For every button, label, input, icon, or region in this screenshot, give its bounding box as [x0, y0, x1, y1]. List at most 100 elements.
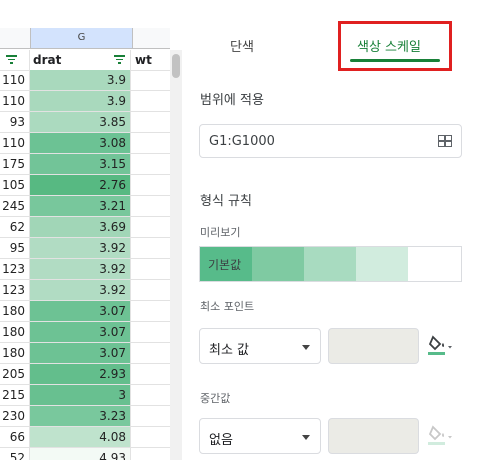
- table-row: 180 3.07: [0, 343, 170, 364]
- cell-hp[interactable]: 215: [0, 385, 30, 405]
- filter-icon[interactable]: [6, 55, 17, 65]
- scrollbar-thumb[interactable]: [172, 54, 180, 78]
- table-row: 180 3.07: [0, 301, 170, 322]
- cell-drat[interactable]: 3.92: [30, 238, 131, 258]
- cell-wt[interactable]: [131, 259, 170, 279]
- preview-swatch: [304, 247, 356, 281]
- table-row: 230 3.23: [0, 406, 170, 427]
- cell-wt[interactable]: [131, 364, 170, 384]
- cell-hp[interactable]: 230: [0, 406, 30, 426]
- min-point-dropdown[interactable]: 최소 값: [199, 328, 321, 364]
- cell-drat[interactable]: 3.9: [30, 70, 131, 90]
- min-point-value-input[interactable]: [328, 328, 419, 364]
- cell-drat[interactable]: 3.07: [30, 301, 131, 321]
- cell-hp[interactable]: 205: [0, 364, 30, 384]
- cell-hp[interactable]: 93: [0, 112, 30, 132]
- fill-color-icon-disabled: [428, 425, 452, 445]
- preview-text: 기본값: [208, 258, 242, 272]
- highlight-box: [338, 21, 452, 71]
- preview-swatch: [356, 247, 408, 281]
- cell-wt[interactable]: [131, 385, 170, 405]
- cell-wt[interactable]: [131, 91, 170, 111]
- column-header-g[interactable]: G: [30, 28, 133, 48]
- table-row: 95 3.92: [0, 238, 170, 259]
- header-cell-drat[interactable]: drat: [30, 50, 131, 70]
- cell-wt[interactable]: [131, 217, 170, 237]
- cell-hp[interactable]: 95: [0, 238, 30, 258]
- cell-hp[interactable]: 62: [0, 217, 30, 237]
- cell-hp[interactable]: 105: [0, 175, 30, 195]
- cell-wt[interactable]: [131, 70, 170, 90]
- apply-range-label: 범위에 적용: [200, 93, 264, 108]
- cell-hp[interactable]: 110: [0, 91, 30, 111]
- sheet-toolbar-strip: [0, 0, 170, 29]
- cell-drat[interactable]: 4.08: [30, 427, 131, 447]
- cell-wt[interactable]: [131, 406, 170, 426]
- cell-drat[interactable]: 2.93: [30, 364, 131, 384]
- table-row: 93 3.85: [0, 112, 170, 133]
- format-rules-label: 형식 규칙: [200, 194, 252, 209]
- cell-hp[interactable]: 110: [0, 133, 30, 153]
- cell-drat[interactable]: 3.23: [30, 406, 131, 426]
- cell-hp[interactable]: 180: [0, 301, 30, 321]
- cell-hp[interactable]: 180: [0, 322, 30, 342]
- table-row: 110 3.9: [0, 91, 170, 112]
- table-row: 245 3.21: [0, 196, 170, 217]
- cell-hp[interactable]: 180: [0, 343, 30, 363]
- filter-icon[interactable]: [114, 55, 125, 65]
- cell-hp[interactable]: 123: [0, 280, 30, 300]
- cell-hp[interactable]: 175: [0, 154, 30, 174]
- range-input[interactable]: G1:G1000: [199, 124, 462, 158]
- cell-wt[interactable]: [131, 112, 170, 132]
- cell-hp[interactable]: 245: [0, 196, 30, 216]
- cell-drat[interactable]: 2.76: [30, 175, 131, 195]
- cell-wt[interactable]: [131, 427, 170, 447]
- cell-wt[interactable]: [131, 196, 170, 216]
- table-row: 123 3.92: [0, 259, 170, 280]
- cell-wt[interactable]: [131, 322, 170, 342]
- cell-drat[interactable]: 3: [30, 385, 131, 405]
- column-header-bar: G: [0, 28, 170, 49]
- spreadsheet-grid: G drat wt 110 3.9 110 3.9 93 3.85 110 3.08 175 3.…: [0, 0, 182, 460]
- cell-wt[interactable]: [131, 301, 170, 321]
- chevron-down-icon: [302, 345, 310, 350]
- cell-drat[interactable]: 3.15: [30, 154, 131, 174]
- table-row: 215 3: [0, 385, 170, 406]
- cell-hp[interactable]: 52: [0, 448, 30, 460]
- select-range-icon[interactable]: [438, 135, 452, 147]
- range-value: G1:G1000: [209, 134, 275, 149]
- color-scale-preview[interactable]: 기본값: [199, 246, 462, 282]
- min-point-value: 최소 값: [209, 343, 250, 358]
- cell-hp[interactable]: 110: [0, 70, 30, 90]
- header-cell-wt[interactable]: wt: [131, 50, 170, 70]
- cell-drat[interactable]: 3.21: [30, 196, 131, 216]
- midpoint-dropdown[interactable]: 없음: [199, 418, 321, 454]
- header-cell-f[interactable]: [0, 50, 30, 70]
- midpoint-value-input: [328, 418, 419, 454]
- cell-wt[interactable]: [131, 175, 170, 195]
- cell-drat[interactable]: 3.69: [30, 217, 131, 237]
- cell-hp[interactable]: 66: [0, 427, 30, 447]
- column-header-f[interactable]: [0, 28, 29, 48]
- vertical-scrollbar[interactable]: [170, 50, 182, 460]
- cell-drat[interactable]: 3.07: [30, 343, 131, 363]
- cell-wt[interactable]: [131, 343, 170, 363]
- cell-hp[interactable]: 123: [0, 259, 30, 279]
- tab-single-color[interactable]: 단색: [230, 36, 254, 55]
- cell-drat[interactable]: 3.08: [30, 133, 131, 153]
- cell-drat[interactable]: 3.9: [30, 91, 131, 111]
- table-row: 66 4.08: [0, 427, 170, 448]
- table-row: 180 3.07: [0, 322, 170, 343]
- cell-wt[interactable]: [131, 238, 170, 258]
- cell-wt[interactable]: [131, 448, 170, 460]
- fill-color-icon[interactable]: [427, 333, 453, 359]
- cell-drat[interactable]: 4.93: [30, 448, 131, 460]
- cell-drat[interactable]: 3.92: [30, 280, 131, 300]
- cell-wt[interactable]: [131, 133, 170, 153]
- header-drat-label: drat: [33, 53, 62, 67]
- cell-drat[interactable]: 3.92: [30, 259, 131, 279]
- cell-drat[interactable]: 3.07: [30, 322, 131, 342]
- cell-drat[interactable]: 3.85: [30, 112, 131, 132]
- cell-wt[interactable]: [131, 154, 170, 174]
- cell-wt[interactable]: [131, 280, 170, 300]
